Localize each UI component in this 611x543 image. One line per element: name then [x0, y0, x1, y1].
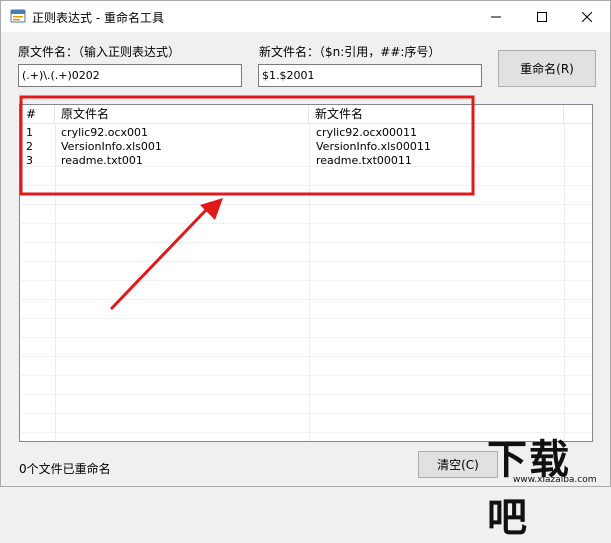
grid-line — [20, 204, 592, 205]
source-pattern-input[interactable]: (.+)\.(.+)0202 — [18, 64, 242, 87]
close-icon — [582, 11, 592, 22]
close-button[interactable] — [564, 1, 610, 32]
window-title: 正则表达式 - 重命名工具 — [32, 11, 164, 25]
window-app-icon — [10, 9, 26, 23]
file-row[interactable]: 1 crylic92.ocx001 crylic92.ocx00011 — [20, 126, 592, 140]
row-number: 2 — [26, 140, 33, 153]
grid-line — [20, 223, 592, 224]
grid-line — [20, 261, 592, 262]
row-original-name: VersionInfo.xls001 — [61, 140, 162, 153]
column-header-filler — [564, 105, 592, 124]
maximize-button[interactable] — [519, 1, 565, 32]
watermark-url: www.xiazaiba.com — [513, 475, 597, 485]
grid-line — [20, 318, 592, 319]
grid-line — [20, 394, 592, 395]
row-original-name: readme.txt001 — [61, 154, 143, 167]
row-number: 3 — [26, 154, 33, 167]
grid-line — [20, 299, 592, 300]
grid-line — [20, 356, 592, 357]
row-original-name: crylic92.ocx001 — [61, 126, 149, 139]
app-window: 正则表达式 - 重命名工具 原文件名：（输入正则表达式） (.+)\.(.+)0… — [0, 0, 611, 541]
source-pattern-label: 原文件名：（输入正则表达式） — [18, 45, 181, 59]
grid-line — [20, 337, 592, 338]
row-new-name: readme.txt00011 — [316, 154, 412, 167]
grid-line — [20, 413, 592, 414]
file-row[interactable]: 2 VersionInfo.xls001 VersionInfo.xls0001… — [20, 140, 592, 154]
grid-line — [20, 185, 592, 186]
row-number: 1 — [26, 126, 33, 139]
grid-line — [20, 242, 592, 243]
file-list[interactable]: # 原文件名 新文件名 1 crylic92.ocx001 crylic92.o… — [19, 104, 593, 442]
row-new-name: VersionInfo.xls00011 — [316, 140, 431, 153]
column-header-number[interactable]: # — [20, 105, 55, 124]
title-bar: 正则表达式 - 重命名工具 — [1, 1, 610, 32]
row-new-name: crylic92.ocx00011 — [316, 126, 418, 139]
watermark-text: 下载吧 — [487, 437, 571, 541]
maximize-icon — [537, 11, 547, 22]
target-pattern-label: 新文件名：（$n:引用，##:序号） — [259, 45, 441, 59]
rename-button[interactable]: 重命名(R) — [498, 50, 596, 87]
column-header-new-name[interactable]: 新文件名 — [309, 105, 564, 124]
minimize-icon — [491, 16, 501, 17]
status-text: 0个文件已重命名 — [19, 462, 111, 476]
file-row[interactable]: 3 readme.txt001 readme.txt00011 — [20, 154, 592, 168]
file-list-header: # 原文件名 新文件名 — [20, 105, 592, 124]
column-header-original-name[interactable]: 原文件名 — [55, 105, 309, 124]
target-pattern-input[interactable]: $1.$2001 — [258, 64, 482, 87]
grid-line — [20, 280, 592, 281]
grid-line — [20, 375, 592, 376]
minimize-button[interactable] — [473, 1, 519, 32]
